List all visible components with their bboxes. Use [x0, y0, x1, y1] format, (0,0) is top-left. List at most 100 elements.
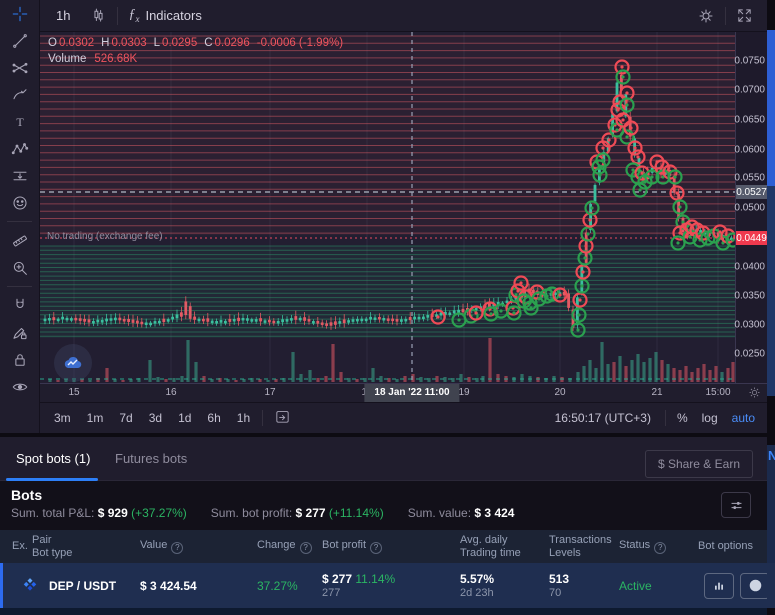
- bots-table-header: Ex.PairBot typeValue?Change?Bot profit?A…: [0, 530, 767, 563]
- range-button-3m[interactable]: 3m: [46, 411, 79, 425]
- percent-scale-button[interactable]: %: [670, 411, 695, 425]
- bot-stats-button[interactable]: [704, 573, 734, 599]
- ohlc-value: 0.0303: [111, 37, 146, 49]
- price-tick: 0.0600: [734, 145, 765, 156]
- text-tool-icon[interactable]: T: [0, 108, 40, 135]
- go-to-date-icon[interactable]: [267, 408, 298, 428]
- price-tick: 0.0650: [734, 115, 765, 126]
- price-tick: 0.0300: [734, 320, 765, 331]
- toolbar-divider: [7, 286, 32, 287]
- price-tick: 0.0750: [734, 56, 765, 67]
- pair-label: DEP / USDT: [49, 579, 116, 593]
- help-icon[interactable]: ?: [171, 542, 183, 554]
- bots-tab-bar: Spot bots (1) Futures bots $ Share & Ear…: [0, 437, 767, 481]
- column-header-ex-: Ex.: [0, 540, 30, 553]
- range-button-1d[interactable]: 1d: [170, 411, 199, 425]
- transactions-cell: 513 70: [543, 572, 619, 599]
- price-tick: 0.0500: [734, 203, 765, 214]
- hide-drawings-eye-icon[interactable]: [0, 373, 40, 400]
- avg-daily-cell: 5.57% 2d 23h: [457, 572, 543, 599]
- range-button-6h[interactable]: 6h: [199, 411, 228, 425]
- ohlc-key: H: [101, 37, 109, 49]
- filter-button[interactable]: [721, 492, 751, 518]
- price-tick: 0.0550: [734, 173, 765, 184]
- chart-style-button[interactable]: [80, 0, 117, 32]
- column-header-avg-daily: Avg. dailyTrading time: [457, 534, 543, 560]
- time-tick: 15:00: [705, 387, 730, 398]
- crosshair-tool-icon[interactable]: [0, 0, 40, 27]
- price-chart[interactable]: O0.0302H0.0303L0.0295C0.0296-0.0006 (-1.…: [40, 32, 735, 383]
- drawing-toolbar: T: [0, 0, 40, 433]
- cloud-icon: [61, 351, 85, 375]
- trading-bot-app: T 1h ƒx Indicators O0.0302H0.0303L0.0295…: [0, 0, 775, 615]
- time-axis[interactable]: 1516171819202115:0018 Jan '22 11:00: [40, 383, 767, 402]
- tab-spot-bots[interactable]: Spot bots (1): [16, 437, 90, 480]
- auto-scale-button[interactable]: auto: [725, 411, 767, 425]
- emoji-tool-icon[interactable]: [0, 189, 40, 216]
- avg-daily-percent: 5.57%: [460, 572, 543, 586]
- ohlc-key: L: [154, 37, 160, 49]
- time-tick: 16: [165, 387, 176, 398]
- pattern-tool-icon[interactable]: [0, 135, 40, 162]
- transactions-count: 513: [549, 572, 619, 586]
- column-header-change: Change?: [252, 539, 322, 554]
- bot-profit-value: $ 277: [322, 572, 352, 586]
- range-button-7d[interactable]: 7d: [111, 411, 140, 425]
- bot-table-row[interactable]: DEP / USDT $ 3 424.54 37.27% $ 277 11.14…: [0, 563, 767, 608]
- share-and-earn-button[interactable]: $ Share & Earn: [645, 450, 753, 478]
- brush-tool-icon[interactable]: [0, 81, 40, 108]
- scroll-track: [767, 186, 775, 396]
- drawing-mode-lock-icon[interactable]: [0, 319, 40, 346]
- ohlc-value: 0.0302: [59, 37, 94, 49]
- tab-futures-bots[interactable]: Futures bots: [115, 437, 187, 480]
- ohlc-change: -0.0006 (-1.99%): [257, 37, 343, 49]
- crosshair-date-tooltip: 18 Jan '22 11:00: [364, 384, 459, 403]
- volume-value: 526.68K: [94, 53, 137, 65]
- toolbar-divider: [262, 410, 263, 426]
- range-button-1m[interactable]: 1m: [79, 411, 112, 425]
- bot-profit-percent: 11.14%: [355, 572, 395, 586]
- fullscreen-icon[interactable]: [726, 0, 767, 32]
- bot-disable-button[interactable]: [740, 573, 770, 599]
- column-header-transactions: TransactionsLevels: [543, 534, 619, 560]
- ohlc-value: 0.0295: [162, 37, 197, 49]
- position-tool-icon[interactable]: [0, 162, 40, 189]
- chart-canvas[interactable]: [40, 32, 735, 383]
- trend-line-tool-icon[interactable]: [0, 27, 40, 54]
- column-header-status: Status?: [619, 539, 694, 554]
- interval-button[interactable]: 1h: [40, 0, 80, 32]
- bot-options-cell: [694, 573, 770, 599]
- time-tick: 20: [554, 387, 565, 398]
- gann-fib-tool-icon[interactable]: [0, 54, 40, 81]
- log-scale-button[interactable]: log: [695, 411, 725, 425]
- clock-display[interactable]: 16:50:17 (UTC+3): [545, 411, 661, 425]
- range-button-3d[interactable]: 3d: [141, 411, 170, 425]
- magnet-tool-icon[interactable]: [0, 292, 40, 319]
- trading-time: 2d 23h: [460, 587, 543, 599]
- help-icon[interactable]: ?: [654, 542, 666, 554]
- summary-item: Sum. value: $ 3 424: [408, 506, 515, 520]
- time-tick: 17: [264, 387, 275, 398]
- price-axis[interactable]: 0.07500.07000.06500.06000.05500.05000.04…: [735, 32, 767, 383]
- measure-tool-icon[interactable]: [0, 227, 40, 254]
- column-header-value: Value?: [140, 539, 252, 554]
- toolbar-divider: [7, 221, 32, 222]
- help-icon[interactable]: ?: [370, 542, 382, 554]
- scroll-thumb[interactable]: [767, 30, 775, 186]
- indicators-button[interactable]: ƒx Indicators: [118, 0, 211, 32]
- volume-label: Volume: [48, 53, 86, 65]
- chart-settings-gear-icon[interactable]: [687, 0, 725, 32]
- fx-icon: ƒx: [128, 7, 139, 24]
- ohlc-value: 0.0296: [215, 37, 250, 49]
- column-header-pair: PairBot type: [30, 534, 140, 560]
- lock-all-icon[interactable]: [0, 346, 40, 373]
- no-trading-label: No trading (exchange fee): [47, 231, 163, 242]
- bot-profit-sub: 277: [322, 587, 457, 599]
- zoom-in-tool-icon[interactable]: [0, 254, 40, 281]
- help-icon[interactable]: ?: [300, 542, 312, 554]
- toolbar-divider: [665, 410, 666, 426]
- chart-toolbar: 1h ƒx Indicators: [40, 0, 767, 32]
- range-button-1h[interactable]: 1h: [229, 411, 258, 425]
- pair-cell: DEP / USDT: [3, 576, 140, 596]
- exchange-watermark-logo: [54, 344, 92, 382]
